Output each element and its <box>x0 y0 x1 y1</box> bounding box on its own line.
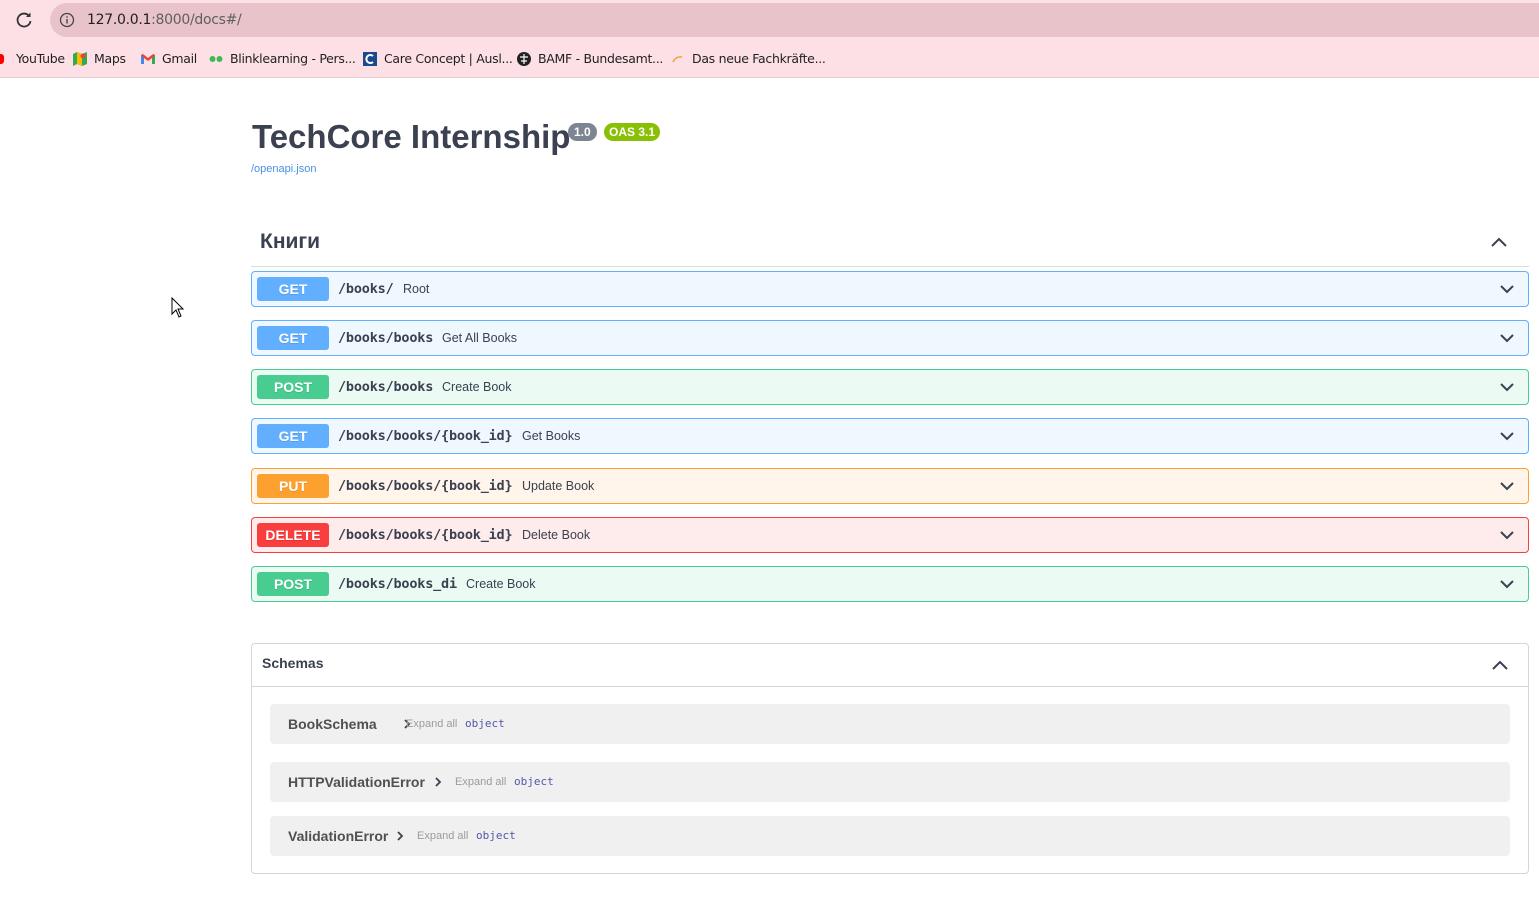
method-badge: GET <box>257 326 329 350</box>
model-book-schema[interactable]: BookSchema Expand all object <box>270 704 1510 744</box>
operation-path: /books/books <box>338 330 434 346</box>
schemas-title: Schemas <box>262 655 324 671</box>
method-badge: PUT <box>257 474 329 498</box>
model-type: object <box>514 775 554 788</box>
chevron-down-icon[interactable] <box>1498 280 1516 298</box>
schemas-section: Schemas BookSchema Expand all object HTT… <box>251 643 1529 874</box>
model-http-validation-error[interactable]: HTTPValidationError Expand all object <box>270 762 1510 802</box>
operation-summary: Delete Book <box>522 528 591 542</box>
blinklearning-icon <box>209 56 223 62</box>
oas-badge: OAS 3.1 <box>604 123 661 141</box>
bookmark-care-concept[interactable]: Care Concept | Ausl... <box>362 49 513 69</box>
api-title: TechCore Internship <box>252 118 571 155</box>
model-validation-error[interactable]: ValidationError Expand all object <box>270 816 1510 856</box>
operation-path: /books/books/{book_id} <box>338 428 513 444</box>
chevron-down-icon[interactable] <box>1498 575 1516 593</box>
method-badge: DELETE <box>257 523 329 547</box>
site-info-icon[interactable] <box>59 12 75 28</box>
operation-put-update-book[interactable]: PUT /books/books/{book_id} Update Book <box>251 468 1529 504</box>
operation-path: /books/ <box>338 281 394 297</box>
model-type: object <box>465 717 505 730</box>
bookmark-bamf[interactable]: BAMF - Bundesamt... <box>516 49 663 69</box>
method-badge: POST <box>257 572 329 596</box>
operation-delete-book[interactable]: DELETE /books/books/{book_id} Delete Boo… <box>251 517 1529 553</box>
operation-get-books-root[interactable]: GET /books/ Root <box>251 271 1529 307</box>
care-concept-icon <box>363 52 377 66</box>
address-bar[interactable]: 127.0.0.1:8000/docs#/ <box>50 3 1539 37</box>
chevron-down-icon[interactable] <box>1498 329 1516 347</box>
model-name: ValidationError <box>288 828 389 844</box>
chevron-down-icon[interactable] <box>1498 477 1516 495</box>
bamf-icon <box>517 52 531 66</box>
schemas-header[interactable]: Schemas <box>252 644 1528 687</box>
operation-path: /books/books/{book_id} <box>338 478 513 494</box>
gmail-icon <box>141 54 155 64</box>
model-name: HTTPValidationError <box>288 774 425 790</box>
method-badge: GET <box>257 424 329 448</box>
expand-all-button[interactable]: Expand all <box>455 776 506 788</box>
operation-path: /books/books/{book_id} <box>338 527 513 543</box>
bookmark-fachkraefte[interactable]: Das neue Fachkräfte... <box>670 49 826 69</box>
bookmark-blinklearning[interactable]: Blinklearning - Pers... <box>208 49 356 69</box>
bookmark-label: YouTube <box>16 51 65 66</box>
bookmark-label: Care Concept | Ausl... <box>384 51 513 66</box>
operation-summary: Get All Books <box>442 331 518 345</box>
method-badge: GET <box>257 277 329 301</box>
operation-get-book-by-id[interactable]: GET /books/books/{book_id} Get Books <box>251 418 1529 454</box>
model-type: object <box>476 829 516 842</box>
bookmark-label: Gmail <box>162 51 197 66</box>
operation-summary: Get Books <box>522 429 581 443</box>
bookmark-gmail[interactable]: Gmail <box>140 49 197 69</box>
bookmarks-bar: YouTube Maps Gmail Blinklearning - Pers.… <box>0 40 1539 78</box>
fachkraefte-icon <box>672 56 683 63</box>
operation-post-books-di[interactable]: POST /books/books_di Create Book <box>251 566 1529 602</box>
youtube-icon <box>0 54 4 64</box>
chevron-right-icon <box>397 831 404 841</box>
mouse-cursor-icon <box>171 297 185 318</box>
tag-title: Книги <box>260 230 321 253</box>
bookmark-label: BAMF - Bundesamt... <box>538 51 664 66</box>
operation-get-all-books[interactable]: GET /books/books Get All Books <box>251 320 1529 356</box>
method-badge: POST <box>257 375 329 399</box>
bookmark-label: Das neue Fachkräfte... <box>692 51 826 66</box>
expand-all-button[interactable]: Expand all <box>417 830 468 842</box>
chevron-up-icon[interactable] <box>1490 655 1510 675</box>
tag-section-header[interactable]: Книги <box>251 222 1529 267</box>
bookmark-youtube[interactable]: YouTube <box>0 49 65 69</box>
reload-icon[interactable] <box>14 10 34 30</box>
operation-summary: Create Book <box>442 380 512 394</box>
operation-path: /books/books <box>338 379 434 395</box>
model-name: BookSchema <box>288 716 377 732</box>
chevron-down-icon[interactable] <box>1498 427 1516 445</box>
operation-path: /books/books_di <box>338 576 457 592</box>
url-text: 127.0.0.1:8000/docs#/ <box>87 12 242 28</box>
maps-icon <box>73 52 87 66</box>
bookmark-label: Blinklearning - Pers... <box>230 51 356 66</box>
chevron-up-icon[interactable] <box>1489 232 1509 252</box>
bookmark-maps[interactable]: Maps <box>72 49 126 69</box>
version-badge: 1.0 <box>568 123 597 141</box>
chevron-down-icon[interactable] <box>1498 378 1516 396</box>
expand-all-button[interactable]: Expand all <box>406 718 457 730</box>
operation-summary: Create Book <box>466 577 536 591</box>
browser-toolbar: 127.0.0.1:8000/docs#/ <box>0 0 1539 40</box>
chevron-down-icon[interactable] <box>1498 526 1516 544</box>
operation-post-create-book[interactable]: POST /books/books Create Book <box>251 369 1529 405</box>
api-title-block: TechCore Internship <box>252 118 570 156</box>
operation-summary: Update Book <box>522 479 595 493</box>
bookmark-label: Maps <box>94 51 126 66</box>
chevron-right-icon <box>435 777 442 787</box>
operation-summary: Root <box>403 282 430 296</box>
openapi-json-link[interactable]: /openapi.json <box>251 163 316 175</box>
